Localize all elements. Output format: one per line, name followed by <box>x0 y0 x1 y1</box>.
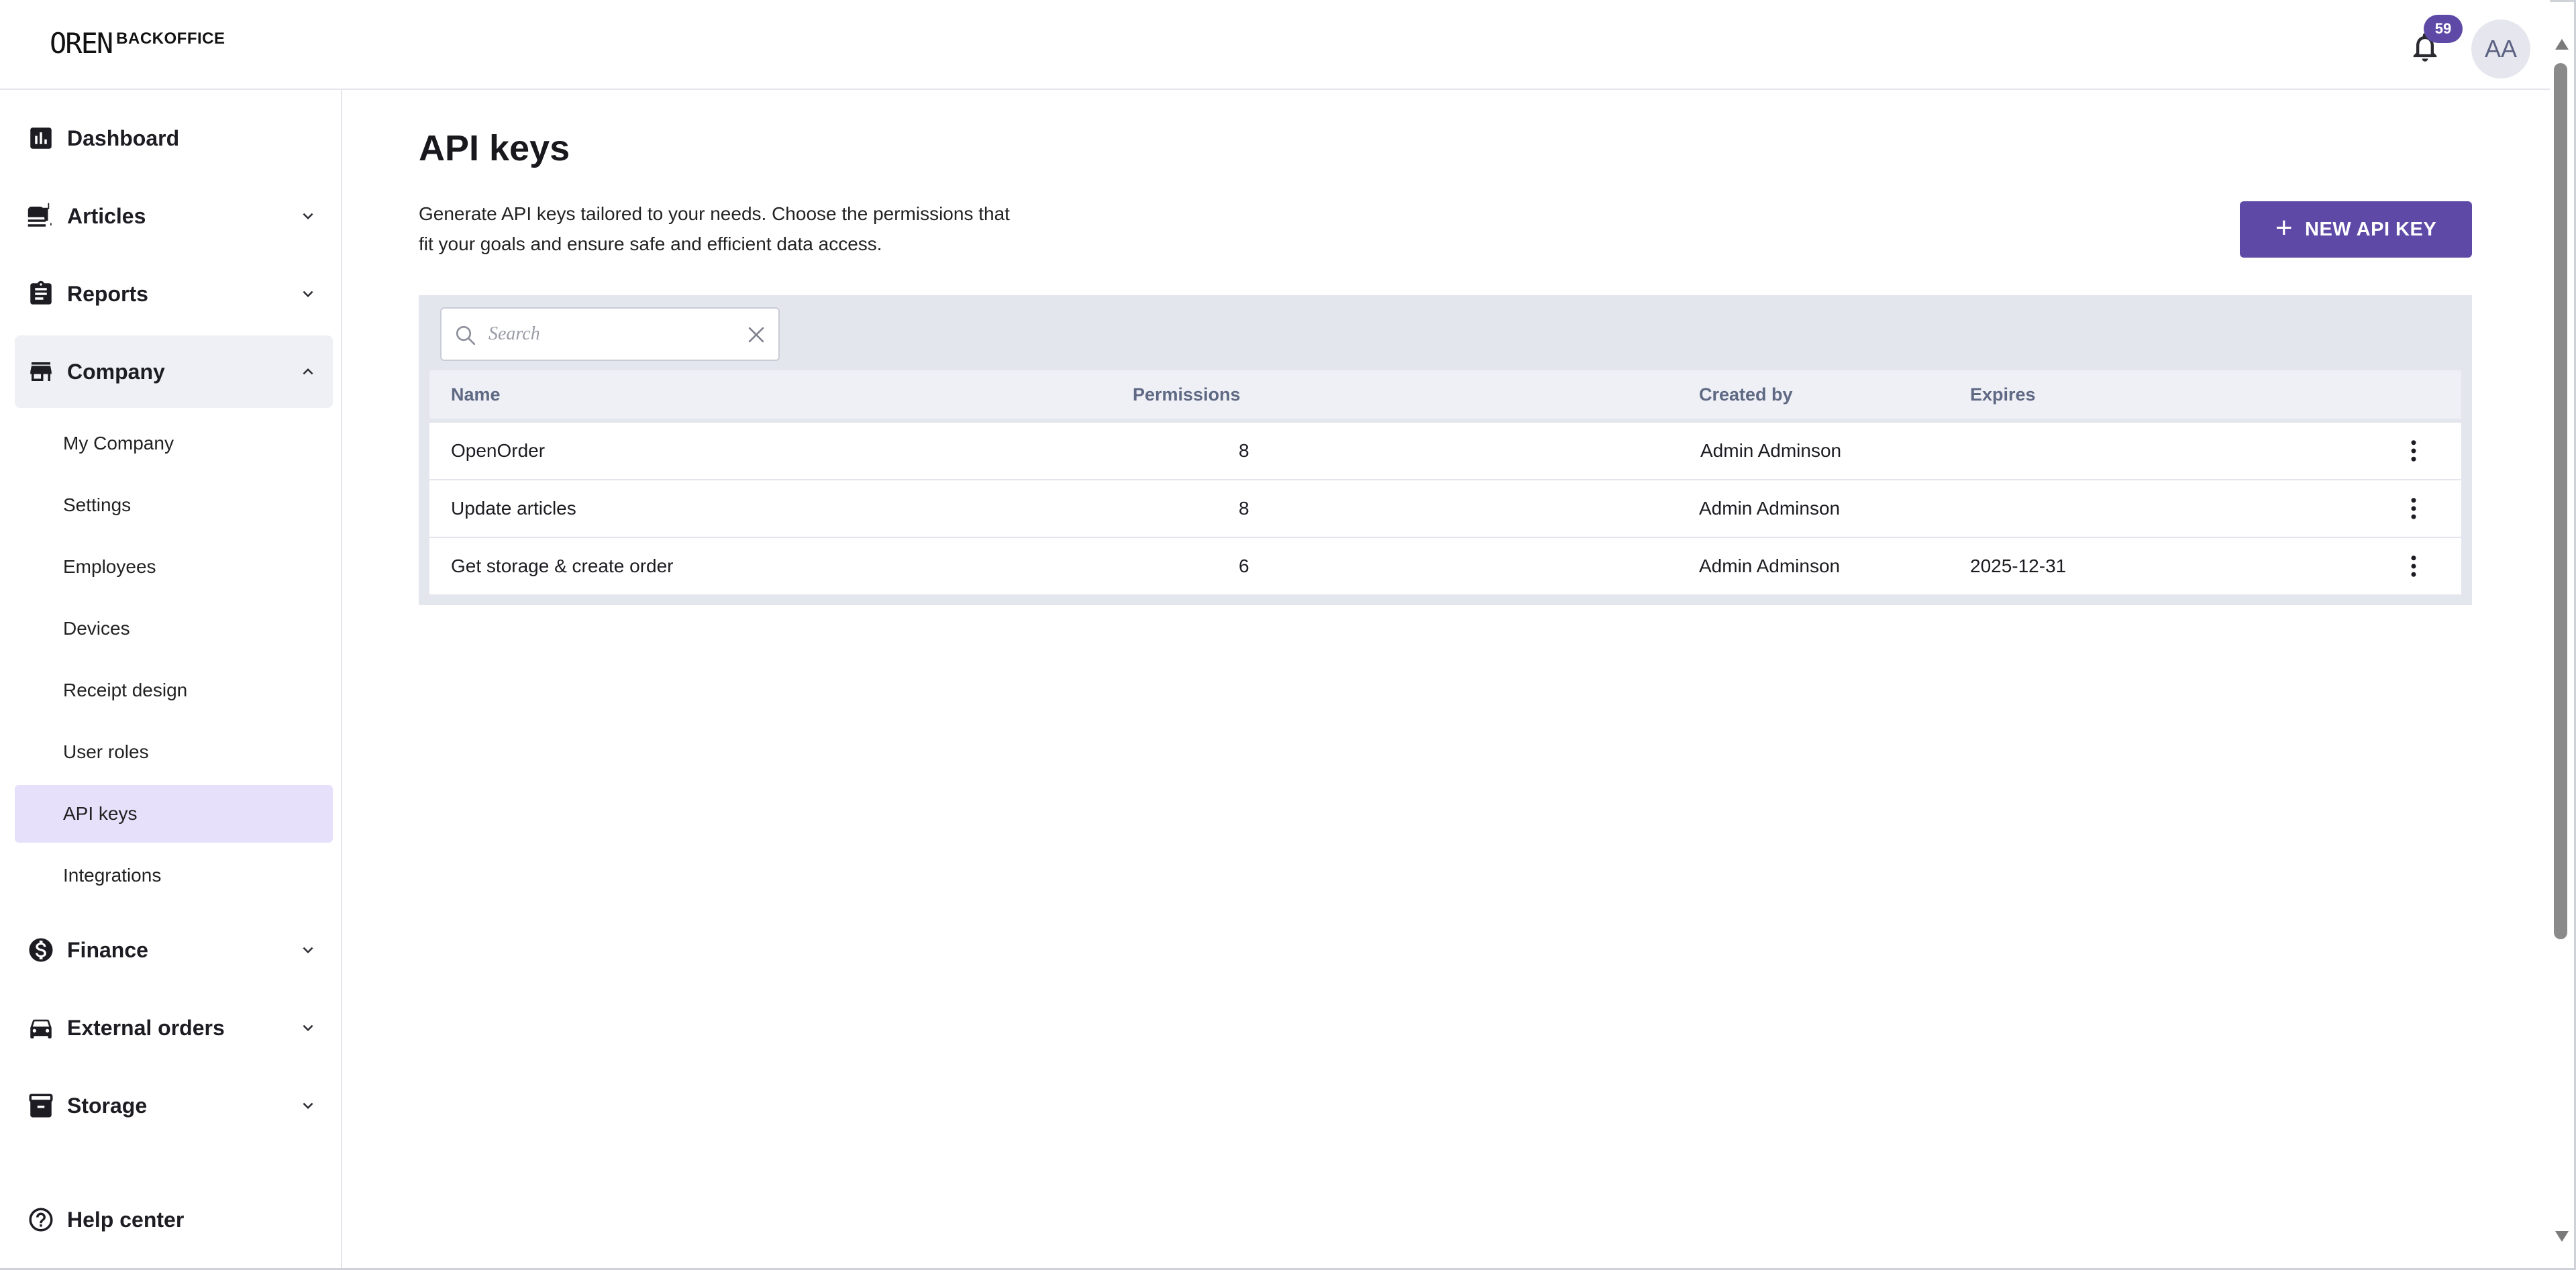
sidebar-item-label: Reports <box>67 281 148 306</box>
search-input[interactable] <box>488 319 730 349</box>
api-keys-table: Name Permissions Created by Expires Open… <box>419 295 2472 605</box>
table-header: Name Permissions Created by Expires <box>429 370 2461 419</box>
sidebar-subitem-my-company[interactable]: My Company <box>15 415 333 472</box>
sidebar-item-external-orders[interactable]: External orders <box>15 992 333 1064</box>
top-header: OREN BACKOFFICE 59 AA <box>0 0 2550 90</box>
scroll-down-arrow[interactable] <box>2555 1231 2569 1242</box>
dollar-circle-icon <box>29 938 53 962</box>
sidebar-subitem-receipt-design[interactable]: Receipt design <box>15 662 333 719</box>
car-icon <box>30 1019 52 1039</box>
column-header-created-by[interactable]: Created by <box>1699 370 1793 419</box>
sidebar-item-label: Storage <box>67 1093 148 1118</box>
cell-permissions: 8 <box>1239 440 1249 461</box>
chevron-down-icon <box>303 1024 313 1031</box>
bar-chart-icon <box>30 127 52 149</box>
archive-icon <box>29 1094 53 1118</box>
sidebar-subitem-devices[interactable]: Devices <box>15 600 333 657</box>
help-center-label: Help center <box>67 1207 185 1232</box>
notification-badge: 59 <box>2424 15 2463 43</box>
sidebar-item-articles[interactable]: Articles <box>15 180 333 252</box>
sidebar-subitem-label: Settings <box>63 494 132 515</box>
sidebar-subitem-label: Receipt design <box>63 680 188 700</box>
sidebar: Dashboard Articles Reports Company My Co… <box>0 90 342 1268</box>
cell-name: Update articles <box>451 498 576 519</box>
page-description: Generate API keys tailored to your needs… <box>419 199 1023 259</box>
cell-permissions: 8 <box>1239 498 1249 519</box>
page-scrollbar[interactable] <box>2550 27 2574 1245</box>
logo[interactable]: OREN BACKOFFICE <box>50 27 225 60</box>
sidebar-subitem-label: My Company <box>63 433 174 454</box>
cell-name: OpenOrder <box>451 440 546 461</box>
cell-permissions: 6 <box>1239 555 1249 576</box>
new-api-key-button[interactable]: + NEW API KEY <box>2240 201 2472 258</box>
cell-created-by: Admin Adminson <box>1699 498 1841 519</box>
sidebar-item-label: Articles <box>67 203 146 228</box>
sidebar-subitem-label: User roles <box>63 741 149 762</box>
sidebar-subitem-employees[interactable]: Employees <box>15 538 333 596</box>
avatar[interactable]: AA <box>2471 19 2530 78</box>
search-icon <box>456 325 476 346</box>
sidebar-subitem-integrations[interactable]: Integrations <box>15 847 333 904</box>
sidebar-item-label: Finance <box>67 937 148 962</box>
chevron-down-icon <box>303 290 313 297</box>
food-icon <box>28 203 52 227</box>
page-title: API keys <box>419 128 570 168</box>
sidebar-subitem-settings[interactable]: Settings <box>15 476 333 534</box>
more-vert-icon[interactable] <box>2400 437 2428 465</box>
cell-created-by: Admin Adminson <box>1699 555 1841 576</box>
table-row[interactable]: OpenOrder 8 Admin Adminson <box>429 423 2461 479</box>
cell-created-by: Admin Adminson <box>1700 440 1842 461</box>
table-row[interactable]: Get storage & create order 6 Admin Admin… <box>429 538 2461 594</box>
sidebar-help-center[interactable]: Help center <box>15 1183 333 1256</box>
logo-text: BACKOFFICE <box>116 30 225 48</box>
more-vert-icon[interactable] <box>2400 494 2428 523</box>
close-icon[interactable] <box>745 323 768 346</box>
more-vert-icon[interactable] <box>2400 552 2428 580</box>
clipboard-icon <box>30 280 52 305</box>
sidebar-subitem-user-roles[interactable]: User roles <box>15 723 333 781</box>
sidebar-subitem-label: Integrations <box>63 865 162 886</box>
chevron-down-icon <box>303 947 313 953</box>
help-circle-icon <box>29 1208 53 1232</box>
table-row[interactable]: Update articles 8 Admin Adminson <box>429 480 2461 537</box>
sidebar-item-label: External orders <box>67 1015 225 1040</box>
cell-name: Get storage & create order <box>451 555 674 576</box>
plus-icon: + <box>2275 211 2294 244</box>
sidebar-subitem-api-keys[interactable]: API keys <box>15 785 333 843</box>
column-header-permissions[interactable]: Permissions <box>1133 370 1241 419</box>
column-header-name[interactable]: Name <box>451 370 501 419</box>
store-icon <box>30 362 52 381</box>
window-frame <box>0 0 2576 1270</box>
chevron-up-icon <box>303 368 313 375</box>
sidebar-item-storage[interactable]: Storage <box>15 1069 333 1142</box>
sidebar-subitem-label: Devices <box>63 618 130 639</box>
scroll-thumb[interactable] <box>2554 63 2567 939</box>
sidebar-item-label: Company <box>67 359 165 384</box>
sidebar-subitem-label: Employees <box>63 556 156 577</box>
sidebar-item-label: Dashboard <box>67 125 180 150</box>
sidebar-item-reports[interactable]: Reports <box>15 258 333 330</box>
page-description-line: fit your goals and ensure safe and effic… <box>419 233 882 254</box>
column-header-expires[interactable]: Expires <box>1970 370 2036 419</box>
sidebar-item-company[interactable]: Company <box>15 335 333 408</box>
cell-expires: 2025-12-31 <box>1970 555 2067 576</box>
sidebar-subitem-label: API keys <box>63 803 138 824</box>
new-api-key-label: NEW API KEY <box>2305 218 2437 240</box>
page-description-line: Generate API keys tailored to your needs… <box>419 203 1010 224</box>
chevron-down-icon <box>303 213 313 219</box>
scroll-up-arrow[interactable] <box>2555 39 2569 50</box>
logo-mark: OREN <box>50 27 113 60</box>
sidebar-item-dashboard[interactable]: Dashboard <box>15 102 333 174</box>
sidebar-item-finance[interactable]: Finance <box>15 914 333 986</box>
chevron-down-icon <box>303 1102 313 1109</box>
search-box <box>440 307 780 361</box>
